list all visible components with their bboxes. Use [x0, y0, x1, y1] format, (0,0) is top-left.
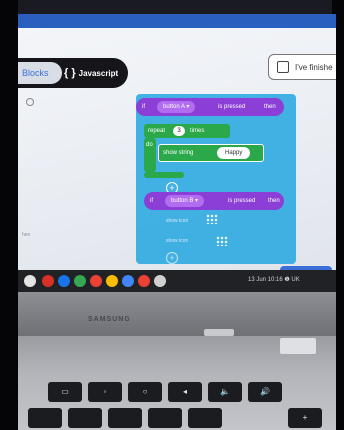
repeat-count[interactable]: 3 [173, 126, 185, 136]
key-volume-up[interactable]: 🔊 [248, 382, 282, 402]
youtube-icon[interactable] [138, 275, 150, 287]
event2-then: then [268, 198, 280, 204]
editor-tabbar: Blocks { } Javascript [18, 58, 128, 88]
drive-icon[interactable] [106, 275, 118, 287]
show-string-value[interactable]: Happy [217, 147, 251, 159]
event-block-button-a[interactable]: if button A ▾ is pressed then [136, 98, 284, 116]
tab-javascript-label: Javascript [78, 69, 119, 78]
chrome-icon[interactable] [42, 275, 54, 287]
tab-javascript[interactable]: { } Javascript [64, 62, 118, 84]
blocks-workspace[interactable]: if button A ▾ is pressed then repeat 3 t… [136, 94, 296, 274]
search-icon[interactable] [26, 98, 34, 106]
event-then: then [264, 104, 276, 110]
key-row2-5[interactable] [188, 408, 222, 428]
photo: Blocks { } Javascript I've finishe hen if… [0, 0, 344, 430]
chromeos-shelf: 13 Jun 10:16 ❶ UK [18, 270, 336, 292]
repeat-block[interactable]: repeat 3 times [144, 124, 230, 138]
launcher-icon[interactable] [24, 275, 36, 287]
show-string-block[interactable]: show string Happy [158, 144, 264, 162]
repeat-times: times [190, 128, 205, 134]
laptop-hinge: SAMSUNG [18, 292, 336, 336]
browser-top-strip [18, 14, 336, 28]
javascript-icon: { } [64, 67, 76, 79]
key-row2-2[interactable] [68, 408, 102, 428]
event2-pressed: is pressed [228, 198, 256, 204]
key-brightness-down[interactable]: ◦ [88, 382, 122, 402]
app-icon[interactable] [74, 275, 86, 287]
event-if: if [142, 104, 145, 110]
gmail-icon[interactable] [90, 275, 102, 287]
event2-button-pill[interactable]: button B ▾ [162, 192, 207, 210]
bezel-left [0, 0, 18, 430]
side-text: hen [22, 232, 31, 238]
hinge-tab [204, 329, 234, 336]
app-icon-2[interactable] [154, 275, 166, 287]
event2-if: if [150, 198, 153, 204]
event2-button-label: button [171, 198, 188, 204]
event2-key-dropdown[interactable]: B ▾ [189, 198, 198, 204]
status-area[interactable]: 13 Jun 10:16 ❶ UK [248, 276, 300, 283]
power-key-area [280, 338, 316, 354]
do-label: do [146, 142, 153, 148]
event-pressed: is pressed [218, 104, 246, 110]
key-row2-3[interactable] [108, 408, 142, 428]
event-key-dropdown[interactable]: A ▾ [181, 104, 189, 110]
show-string-label: show string [163, 150, 194, 156]
finished-button-label: I've finishe [295, 63, 333, 72]
key-plus[interactable]: + [288, 408, 322, 428]
show-icon-block-2[interactable]: show icon [166, 238, 188, 244]
add-block-icon-2[interactable]: + [166, 252, 178, 264]
key-volume-down[interactable]: 🔈 [208, 382, 242, 402]
repeat-end [144, 172, 184, 178]
led-icon-2[interactable] [216, 236, 228, 246]
key-row2-1[interactable] [28, 408, 62, 428]
led-icon-1[interactable] [206, 214, 218, 224]
repeat-do-bar: do [144, 138, 156, 172]
event-block-button-b[interactable]: if button B ▾ is pressed then [144, 192, 284, 210]
finished-button[interactable]: I've finishe [268, 54, 336, 80]
laptop-screen: Blocks { } Javascript I've finishe hen if… [18, 14, 336, 292]
show-icon-block-1[interactable]: show icon [166, 218, 188, 224]
files-icon[interactable] [58, 275, 70, 287]
edit-icon [277, 61, 289, 73]
tab-blocks[interactable]: Blocks [18, 62, 62, 84]
keyboard-deck: ▭ ◦ ○ ◂ 🔈 🔊 + [18, 336, 336, 430]
event-button-label: button [163, 104, 180, 110]
key-mute[interactable]: ◂ [168, 382, 202, 402]
key-row2-4[interactable] [148, 408, 182, 428]
key-brightness-up[interactable]: ○ [128, 382, 162, 402]
repeat-label: repeat [148, 128, 166, 134]
brand-logo: SAMSUNG [88, 316, 131, 323]
event-button-pill[interactable]: button A ▾ [154, 98, 198, 116]
key-switch-window[interactable]: ▭ [48, 382, 82, 402]
docs-icon[interactable] [122, 275, 134, 287]
